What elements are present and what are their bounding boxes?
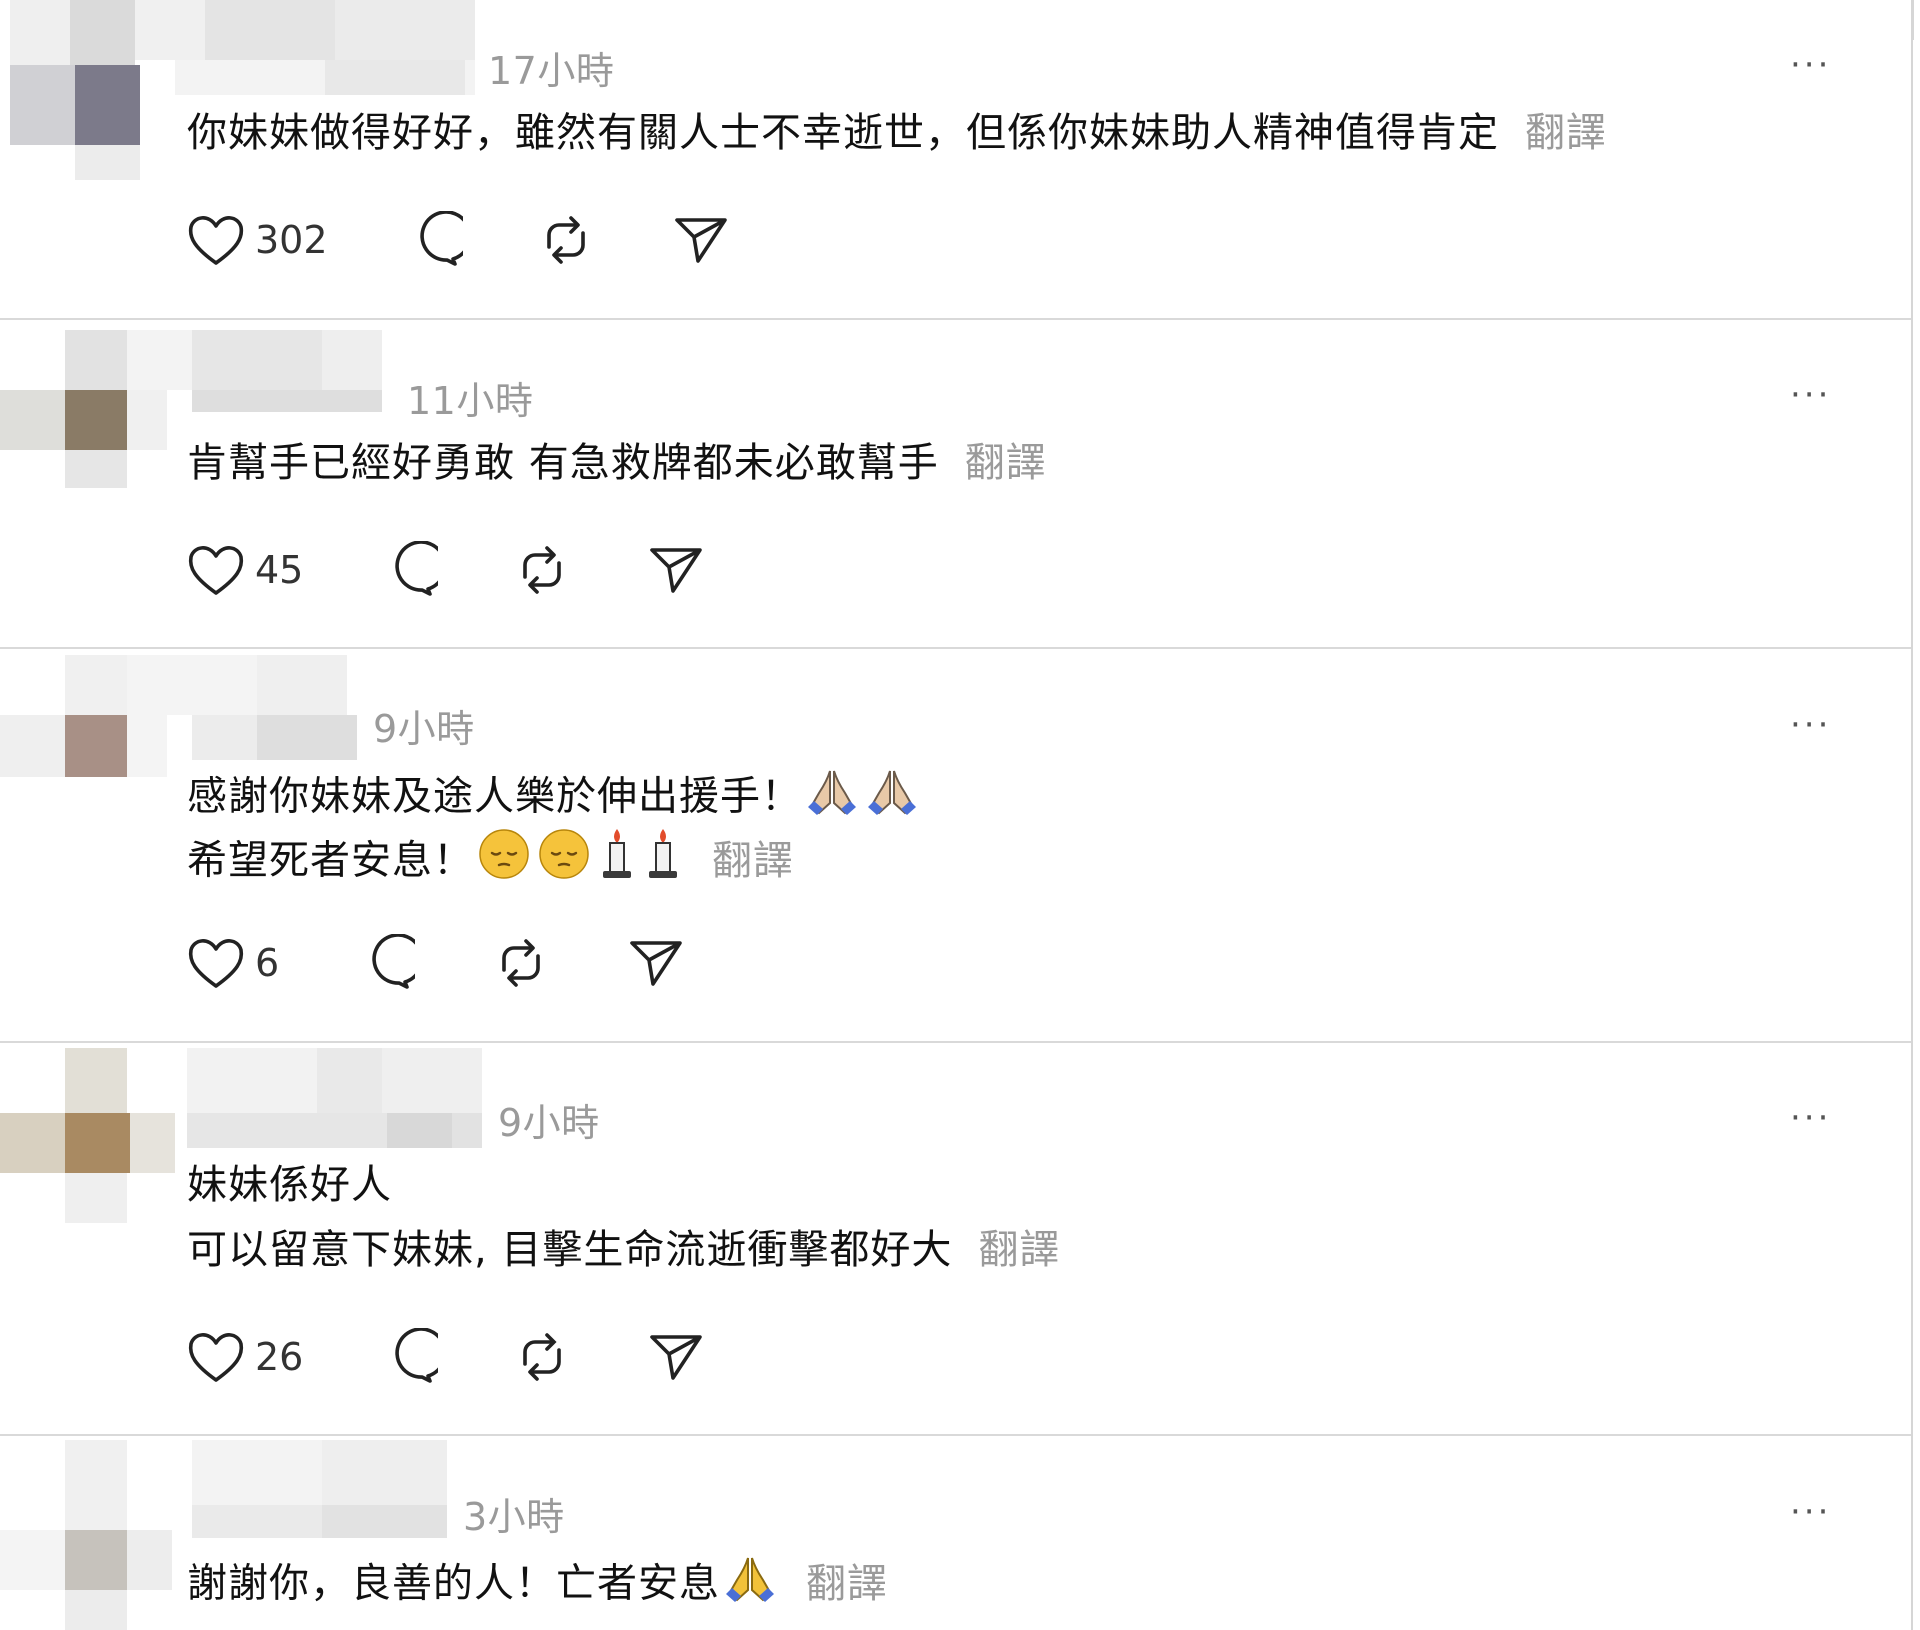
repost-button[interactable] bbox=[492, 933, 550, 993]
username-blurred[interactable] bbox=[127, 1440, 457, 1540]
username-blurred[interactable] bbox=[127, 655, 367, 765]
comment-time: 17小時 bbox=[488, 49, 615, 93]
like-button[interactable]: 6 bbox=[187, 933, 279, 993]
like-button[interactable]: 26 bbox=[187, 1327, 303, 1387]
comment-icon bbox=[420, 211, 463, 266]
comment-icon bbox=[395, 541, 438, 596]
share-icon bbox=[650, 548, 702, 593]
share-button[interactable] bbox=[647, 540, 705, 600]
more-options-icon[interactable]: ··· bbox=[1790, 378, 1831, 412]
repost-icon bbox=[502, 939, 540, 987]
more-options-icon[interactable]: ··· bbox=[1790, 1101, 1831, 1135]
reply-button[interactable] bbox=[380, 1327, 438, 1387]
folded-hands-emoji bbox=[723, 1550, 777, 1621]
comment-time: 9小時 bbox=[498, 1101, 600, 1145]
comment-text-line: 感謝你妹妹及途人樂於伸出援手！ bbox=[187, 773, 802, 820]
reply-button[interactable] bbox=[405, 210, 463, 270]
comment-divider bbox=[0, 1041, 1911, 1043]
translate-link[interactable]: 翻譯 bbox=[806, 1561, 888, 1607]
candle-emoji bbox=[597, 827, 637, 898]
comment-icon bbox=[372, 934, 415, 989]
comment-divider bbox=[0, 318, 1911, 320]
comment-divider bbox=[0, 1434, 1911, 1436]
reply-button[interactable] bbox=[357, 933, 415, 993]
repost-icon bbox=[547, 216, 585, 264]
comment-time: 9小時 bbox=[373, 707, 475, 751]
like-count: 6 bbox=[255, 941, 280, 985]
comment-text-line: 肯幫手已經好勇敢 有急救牌都未必敢幫手 bbox=[187, 440, 939, 486]
comment-time: 3小時 bbox=[463, 1495, 565, 1539]
repost-button[interactable] bbox=[537, 210, 595, 270]
comment-text: 肯幫手已經好勇敢 有急救牌都未必敢幫手 翻譯 bbox=[187, 433, 1047, 493]
panel-corner bbox=[1860, 0, 1914, 40]
like-button[interactable]: 302 bbox=[187, 210, 328, 270]
share-button[interactable] bbox=[672, 210, 730, 270]
pensive-face-emoji bbox=[477, 827, 531, 898]
comment-text-line: 謝謝你，良善的人！亡者安息 bbox=[187, 1560, 720, 1607]
translate-link[interactable]: 翻譯 bbox=[1525, 110, 1607, 156]
share-button[interactable] bbox=[647, 1327, 705, 1387]
share-icon bbox=[630, 941, 682, 986]
comment-text: 感謝你妹妹及途人樂於伸出援手！ bbox=[187, 763, 922, 834]
repost-button[interactable] bbox=[513, 1327, 571, 1387]
more-options-icon[interactable]: ··· bbox=[1790, 48, 1831, 82]
like-count: 302 bbox=[255, 218, 328, 262]
username-blurred[interactable] bbox=[127, 330, 387, 415]
more-options-icon[interactable]: ··· bbox=[1790, 1495, 1831, 1529]
heart-icon bbox=[188, 216, 244, 265]
translate-link[interactable]: 翻譯 bbox=[712, 838, 794, 884]
candle-emoji bbox=[643, 827, 683, 898]
comment-text-line: 可以留意下妹妹, 目擊生命流逝衝擊都好大 bbox=[187, 1227, 953, 1273]
translate-link[interactable]: 翻譯 bbox=[965, 440, 1047, 486]
comment-text: 妹妹係好人 bbox=[187, 1155, 392, 1215]
comment-text: 你妹妹做得好好，雖然有關人士不幸逝世，但係你妹妹助人精神值得肯定 翻譯 bbox=[187, 103, 1607, 163]
username-blurred[interactable] bbox=[127, 1048, 487, 1150]
comment-time: 11小時 bbox=[407, 379, 534, 423]
repost-icon bbox=[523, 1333, 561, 1381]
comment-text: 謝謝你，良善的人！亡者安息 翻譯 bbox=[187, 1550, 888, 1621]
heart-icon bbox=[188, 1333, 244, 1382]
share-icon bbox=[650, 1335, 702, 1380]
panel-right-border bbox=[1911, 0, 1913, 1630]
share-icon bbox=[675, 218, 727, 263]
comment-text: 可以留意下妹妹, 目擊生命流逝衝擊都好大 翻譯 bbox=[187, 1220, 1060, 1280]
more-options-icon[interactable]: ··· bbox=[1790, 708, 1831, 742]
repost-icon bbox=[523, 546, 561, 594]
folded-hands-emoji bbox=[865, 763, 919, 834]
pensive-face-emoji bbox=[537, 827, 591, 898]
username-blurred[interactable] bbox=[135, 0, 475, 95]
reply-button[interactable] bbox=[380, 540, 438, 600]
comment-text: 希望死者安息！ 翻譯 bbox=[187, 827, 794, 898]
comment-text-line: 你妹妹做得好好，雖然有關人士不幸逝世，但係你妹妹助人精神值得肯定 bbox=[187, 110, 1499, 156]
comment-text-line: 希望死者安息！ bbox=[187, 837, 474, 884]
like-count: 26 bbox=[255, 1335, 304, 1379]
translate-link[interactable]: 翻譯 bbox=[978, 1227, 1060, 1273]
heart-icon bbox=[188, 939, 244, 988]
share-button[interactable] bbox=[627, 933, 685, 993]
comment-divider bbox=[0, 647, 1911, 649]
comment-text-line: 妹妹係好人 bbox=[187, 1162, 392, 1208]
like-count: 45 bbox=[255, 548, 304, 592]
like-button[interactable]: 45 bbox=[187, 540, 303, 600]
repost-button[interactable] bbox=[513, 540, 571, 600]
folded-hands-emoji bbox=[805, 763, 859, 834]
heart-icon bbox=[188, 546, 244, 595]
comment-icon bbox=[395, 1328, 438, 1383]
